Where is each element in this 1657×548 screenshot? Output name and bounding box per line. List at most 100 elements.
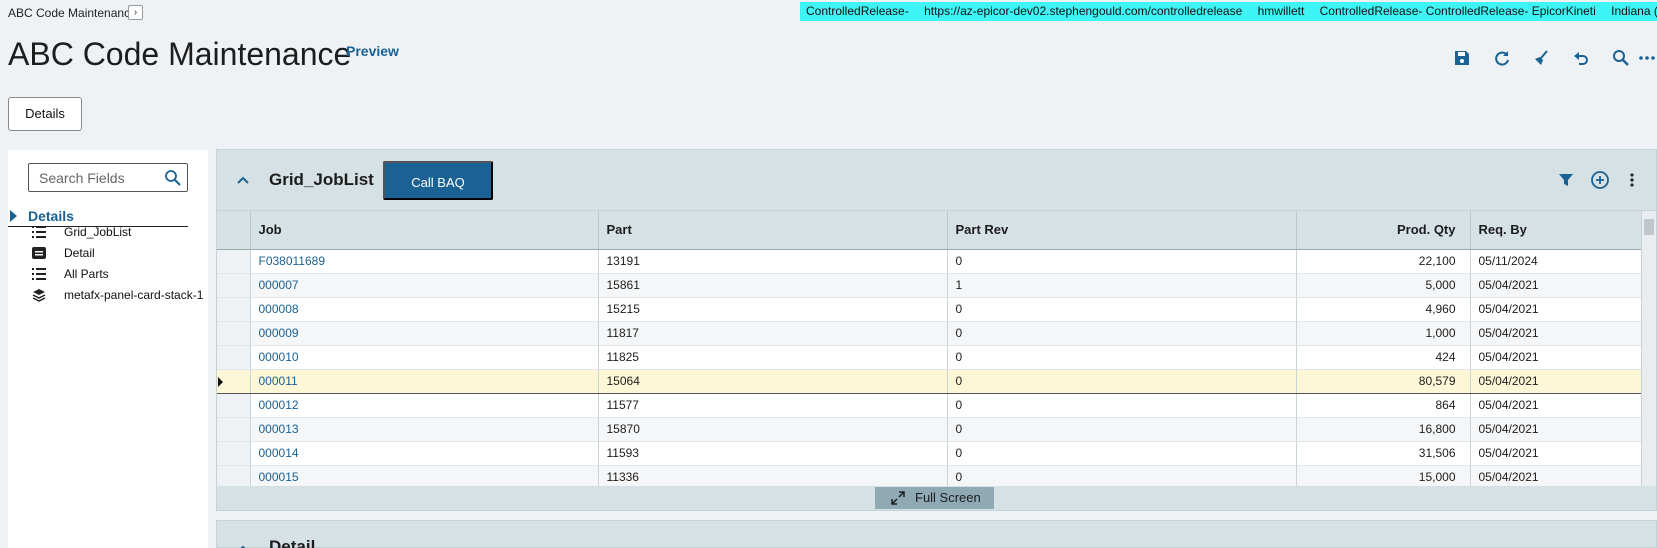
cell-job[interactable]: 000015 (250, 465, 599, 486)
cell-part[interactable]: 13191 (598, 249, 948, 274)
cell-job[interactable]: 000011 (250, 368, 599, 394)
row-selector[interactable] (217, 417, 251, 442)
cell-prod-qty[interactable]: 80,579 (1296, 368, 1471, 394)
table-row[interactable]: 000012 11577 0 864 05/04/2021 (217, 393, 1642, 418)
cell-part[interactable]: 11577 (598, 393, 948, 418)
row-selector[interactable] (217, 465, 251, 486)
tree-item-detail[interactable]: Detail (32, 243, 208, 263)
tree-item-grid-joblist[interactable]: Grid_JobList (32, 222, 208, 242)
table-row[interactable]: 000013 15870 0 16,800 05/04/2021 (217, 417, 1642, 442)
cell-req-by[interactable]: 05/04/2021 (1470, 345, 1642, 370)
refresh-icon[interactable] (1490, 46, 1514, 70)
cell-part-rev[interactable]: 0 (947, 321, 1297, 346)
cell-part[interactable]: 15870 (598, 417, 948, 442)
cell-req-by[interactable]: 05/04/2021 (1470, 465, 1642, 486)
cell-job[interactable]: 000010 (250, 345, 599, 370)
add-circle-icon[interactable] (1590, 170, 1610, 190)
clear-icon[interactable] (1529, 46, 1553, 70)
cell-part[interactable]: 11336 (598, 465, 948, 486)
scrollbar-thumb[interactable] (1644, 219, 1654, 235)
cell-part-rev[interactable]: 1 (947, 273, 1297, 298)
cell-req-by[interactable]: 05/04/2021 (1470, 441, 1642, 466)
cell-part[interactable]: 15861 (598, 273, 948, 298)
search-fields-input[interactable]: Search Fields (28, 163, 188, 192)
cell-req-by[interactable]: 05/04/2021 (1470, 321, 1642, 346)
column-header-job[interactable]: Job (250, 211, 599, 250)
cell-part-rev[interactable]: 0 (947, 441, 1297, 466)
cell-req-by[interactable]: 05/11/2024 (1470, 249, 1642, 274)
column-header-part[interactable]: Part (598, 211, 948, 250)
row-selector[interactable] (217, 249, 251, 274)
cell-part-rev[interactable]: 0 (947, 297, 1297, 322)
search-icon[interactable] (1609, 46, 1633, 70)
cell-part-rev[interactable]: 0 (947, 393, 1297, 418)
cell-prod-qty[interactable]: 424 (1296, 345, 1471, 370)
cell-part-rev[interactable]: 0 (947, 417, 1297, 442)
row-selector[interactable] (217, 441, 251, 466)
cell-job[interactable]: 000007 (250, 273, 599, 298)
cell-part-rev[interactable]: 0 (947, 465, 1297, 486)
cell-job[interactable]: 000012 (250, 393, 599, 418)
breadcrumb-expand-button[interactable]: › (128, 5, 143, 20)
caret-right-icon[interactable] (10, 210, 17, 222)
row-selector-header[interactable] (217, 211, 251, 250)
cell-prod-qty[interactable]: 31,506 (1296, 441, 1471, 466)
filter-icon[interactable] (1558, 172, 1574, 188)
column-header-req-by[interactable]: Req. By (1470, 211, 1642, 250)
column-header-prod-qty[interactable]: Prod. Qty (1296, 211, 1471, 250)
row-selector[interactable] (217, 297, 251, 322)
call-baq-button[interactable]: Call BAQ (383, 161, 493, 200)
cell-req-by[interactable]: 05/04/2021 (1470, 417, 1642, 442)
table-row[interactable]: 000014 11593 0 31,506 05/04/2021 (217, 441, 1642, 466)
cell-req-by[interactable]: 05/04/2021 (1470, 297, 1642, 322)
more-icon[interactable] (1635, 46, 1657, 70)
cell-part[interactable]: 11817 (598, 321, 948, 346)
cell-job[interactable]: 000014 (250, 441, 599, 466)
cell-part-rev[interactable]: 0 (947, 249, 1297, 274)
chevron-up-icon[interactable] (235, 541, 251, 548)
column-header-part-rev[interactable]: Part Rev (947, 211, 1297, 250)
cell-part[interactable]: 11593 (598, 441, 948, 466)
cell-prod-qty[interactable]: 22,100 (1296, 249, 1471, 274)
cell-req-by[interactable]: 05/04/2021 (1470, 393, 1642, 418)
cell-part[interactable]: 15215 (598, 297, 948, 322)
search-icon[interactable] (164, 169, 182, 187)
table-row[interactable]: 000009 11817 0 1,000 05/04/2021 (217, 321, 1642, 346)
full-screen-button[interactable]: Full Screen (875, 487, 994, 509)
save-icon[interactable] (1450, 46, 1474, 70)
cell-part-rev[interactable]: 0 (947, 368, 1297, 394)
cell-prod-qty[interactable]: 1,000 (1296, 321, 1471, 346)
breadcrumb[interactable]: ABC Code Maintenance (8, 6, 137, 20)
table-row[interactable]: 000010 11825 0 424 05/04/2021 (217, 345, 1642, 370)
row-selector[interactable] (217, 393, 251, 418)
cell-prod-qty[interactable]: 16,800 (1296, 417, 1471, 442)
undo-icon[interactable] (1569, 46, 1593, 70)
cell-prod-qty[interactable]: 864 (1296, 393, 1471, 418)
cell-prod-qty[interactable]: 4,960 (1296, 297, 1471, 322)
cell-part-rev[interactable]: 0 (947, 345, 1297, 370)
cell-job[interactable]: 000013 (250, 417, 599, 442)
details-button[interactable]: Details (8, 97, 82, 131)
cell-job[interactable]: F038011689 (250, 249, 599, 274)
table-row[interactable]: 000011 15064 0 80,579 05/04/2021 (217, 368, 1642, 394)
tree-item-all-parts[interactable]: All Parts (32, 264, 208, 284)
cell-prod-qty[interactable]: 5,000 (1296, 273, 1471, 298)
row-selector[interactable] (217, 321, 251, 346)
table-row[interactable]: 000007 15861 1 5,000 05/04/2021 (217, 273, 1642, 298)
row-selector[interactable] (217, 273, 251, 298)
cell-req-by[interactable]: 05/04/2021 (1470, 368, 1642, 394)
preview-label[interactable]: Preview (346, 43, 399, 59)
cell-job[interactable]: 000009 (250, 321, 599, 346)
tree-item-panel-card-stack[interactable]: metafx-panel-card-stack-1 (32, 285, 208, 305)
table-row[interactable]: 000015 11336 0 15,000 05/04/2021 (217, 465, 1642, 486)
more-vertical-icon[interactable] (1624, 172, 1640, 188)
cell-req-by[interactable]: 05/04/2021 (1470, 273, 1642, 298)
cell-part[interactable]: 11825 (598, 345, 948, 370)
row-selector[interactable] (217, 345, 251, 370)
cell-prod-qty[interactable]: 15,000 (1296, 465, 1471, 486)
table-row[interactable]: 000008 15215 0 4,960 05/04/2021 (217, 297, 1642, 322)
chevron-up-icon[interactable] (235, 172, 251, 188)
cell-part[interactable]: 15064 (598, 368, 948, 394)
row-selector[interactable] (217, 368, 251, 394)
vertical-scrollbar[interactable] (1641, 211, 1656, 486)
